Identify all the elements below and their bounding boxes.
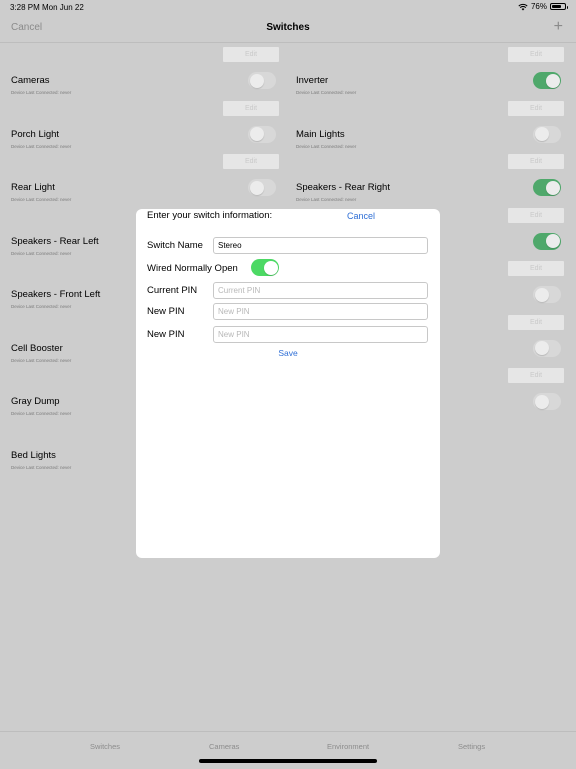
switch-name: Gray Dump: [11, 396, 60, 407]
switch-last-connected: Device Last Connected: never: [11, 304, 72, 309]
toggle-knob: [545, 234, 560, 248]
switch-name: Speakers - Rear Right: [296, 182, 390, 193]
edit-button[interactable]: Edit: [223, 47, 279, 62]
new-pin-label: New PIN: [147, 306, 185, 317]
switch-last-connected: Device Last Connected: never: [296, 90, 357, 95]
switch-toggle[interactable]: [533, 179, 561, 196]
toggle-knob: [534, 394, 549, 409]
switch-toggle[interactable]: [533, 286, 561, 303]
tab-settings[interactable]: Settings: [458, 742, 485, 751]
toggle-knob: [249, 180, 264, 195]
switch-name: Inverter: [296, 75, 329, 86]
page-title: Switches: [266, 22, 310, 33]
switch-toggle[interactable]: [248, 125, 276, 143]
confirm-new-pin-label: New PIN: [147, 329, 185, 340]
edit-button[interactable]: Edit: [508, 154, 564, 169]
tab-environment[interactable]: Environment: [327, 742, 369, 751]
switch-last-connected: Device Last Connected: never: [11, 411, 72, 416]
switch-name: Main Lights: [296, 128, 345, 140]
switch-toggle[interactable]: [533, 393, 561, 410]
dialog-cancel-button[interactable]: Cancel: [347, 211, 375, 221]
toggle-knob: [249, 73, 264, 88]
switch-toggle[interactable]: [533, 72, 561, 89]
current-pin-label: Current PIN: [147, 285, 198, 296]
switch-row: Edit Main Lights Device Last Connected: ne…: [288, 98, 576, 151]
edit-button[interactable]: Edit: [508, 314, 564, 330]
edit-button[interactable]: Edit: [508, 261, 564, 276]
switch-name-input[interactable]: [213, 237, 428, 254]
edit-button[interactable]: Edit: [508, 207, 564, 223]
switch-name: Rear Light: [11, 182, 55, 193]
battery-level: [552, 5, 562, 8]
edit-button[interactable]: Edit: [508, 47, 564, 62]
confirm-new-pin-input[interactable]: [213, 326, 428, 343]
edit-button[interactable]: Edit: [223, 154, 279, 169]
switch-name-label: Switch Name: [147, 240, 203, 251]
switch-name: Speakers - Rear Left: [11, 235, 99, 247]
status-date: Mon Jun 22: [42, 3, 84, 12]
switch-name: Porch Light: [11, 128, 60, 140]
toggle-knob: [263, 260, 278, 275]
switch-name: Speakers - Front Left: [11, 289, 101, 300]
new-pin-input[interactable]: [213, 303, 428, 320]
edit-button[interactable]: Edit: [223, 100, 279, 116]
switch-toggle[interactable]: [533, 232, 561, 250]
switch-name: Cameras: [11, 75, 50, 86]
switch-toggle[interactable]: [533, 125, 561, 143]
switch-name: Cell Booster: [11, 342, 63, 354]
edit-button[interactable]: Edit: [508, 100, 564, 116]
switch-last-connected: Device Last Connected: never: [296, 143, 357, 149]
switch-toggle[interactable]: [248, 72, 276, 89]
switch-info-dialog: Enter your switch information: Cancel Sw…: [136, 209, 440, 558]
switch-last-connected: Device Last Connected: never: [11, 90, 72, 95]
dialog-heading: Enter your switch information:: [147, 210, 273, 221]
switch-row: Edit Speakers - Rear Right Device Last Con…: [288, 151, 576, 204]
wired-normally-open-label: Wired Normally Open: [147, 263, 238, 274]
toggle-knob: [545, 73, 560, 88]
current-pin-input[interactable]: [213, 282, 428, 299]
switch-name: Bed Lights: [11, 449, 56, 461]
toggle-knob: [534, 127, 549, 141]
switch-row: Edit Rear Light Device Last Connected: nev…: [0, 151, 288, 204]
tab-bar: Switches Cameras Environment Settings: [0, 731, 576, 769]
tab-switches[interactable]: Switches: [90, 742, 120, 751]
save-button[interactable]: Save: [136, 348, 440, 358]
switch-last-connected: Device Last Connected: never: [11, 250, 72, 256]
toggle-knob: [534, 341, 549, 355]
switch-toggle[interactable]: [533, 339, 561, 357]
switch-row: Edit Porch Light Device Last Connected: ne…: [0, 98, 288, 151]
home-indicator: [199, 759, 377, 763]
toggle-knob: [249, 127, 264, 141]
edit-button[interactable]: Edit: [508, 368, 564, 383]
toggle-knob: [534, 287, 549, 302]
switch-last-connected: Device Last Connected: never: [11, 143, 72, 149]
switch-toggle[interactable]: [248, 179, 276, 196]
switch-last-connected: Device Last Connected: never: [11, 197, 72, 202]
battery-percent: 76%: [530, 2, 547, 11]
switch-last-connected: Device Last Connected: never: [296, 197, 357, 202]
status-bar: 3:28 PM Mon Jun 22 76%: [0, 0, 576, 16]
switch-last-connected: Device Last Connected: never: [11, 464, 72, 470]
tab-cameras[interactable]: Cameras: [209, 742, 239, 751]
wifi-icon: [518, 3, 528, 10]
toggle-knob: [545, 180, 560, 195]
add-switch-button[interactable]: +: [554, 19, 563, 35]
status-right: 76%: [518, 2, 568, 11]
status-time: 3:28 PM: [10, 3, 40, 12]
switch-last-connected: Device Last Connected: never: [11, 357, 72, 363]
wired-normally-open-toggle[interactable]: [251, 259, 279, 276]
switch-row: Edit Cameras Device Last Connected: never: [0, 44, 288, 97]
navigation-bar: Cancel Switches +: [0, 16, 576, 43]
switch-row: Edit Inverter Device Last Connected: never: [288, 44, 576, 97]
battery-icon: [550, 3, 568, 10]
